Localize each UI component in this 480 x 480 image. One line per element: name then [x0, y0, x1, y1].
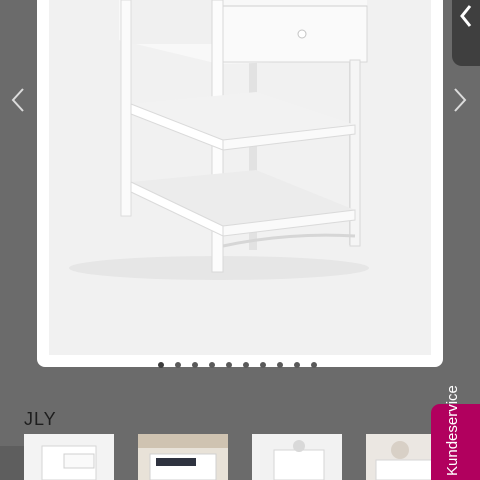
changing-table-illustration [49, 0, 431, 355]
pagination-dot[interactable] [175, 362, 181, 368]
product-image[interactable] [49, 0, 431, 355]
image-gallery-modal [37, 0, 443, 367]
pagination-dot[interactable] [260, 362, 266, 368]
customer-service-label: Kundeservice [444, 385, 461, 476]
chevron-right-icon [454, 88, 467, 112]
pagination-dot[interactable] [158, 362, 164, 368]
pagination-dot[interactable] [243, 362, 249, 368]
pagination-dot[interactable] [277, 362, 283, 368]
pagination-dot[interactable] [192, 362, 198, 368]
next-image-button[interactable] [448, 84, 472, 116]
thumbnail-image [252, 434, 342, 480]
previous-image-button[interactable] [6, 84, 30, 116]
close-gallery-button[interactable] [452, 0, 480, 66]
gallery-pagination [150, 361, 340, 369]
pagination-dot[interactable] [209, 362, 215, 368]
thumbnail-image [138, 434, 228, 480]
page-edge [0, 446, 24, 480]
customer-service-button[interactable]: Kundeservice [431, 385, 480, 480]
thumbnail-strip [24, 434, 456, 480]
thumbnail-1[interactable] [24, 434, 114, 480]
thumbnail-2[interactable] [138, 434, 228, 480]
chevron-left-icon [460, 5, 472, 27]
thumbnail-3[interactable] [252, 434, 342, 480]
chevron-left-icon [11, 88, 24, 112]
pagination-dot[interactable] [226, 362, 232, 368]
product-brand[interactable]: JLY [24, 409, 57, 430]
thumbnail-image [24, 434, 114, 480]
pagination-dot[interactable] [294, 362, 300, 368]
pagination-dot[interactable] [311, 362, 317, 368]
